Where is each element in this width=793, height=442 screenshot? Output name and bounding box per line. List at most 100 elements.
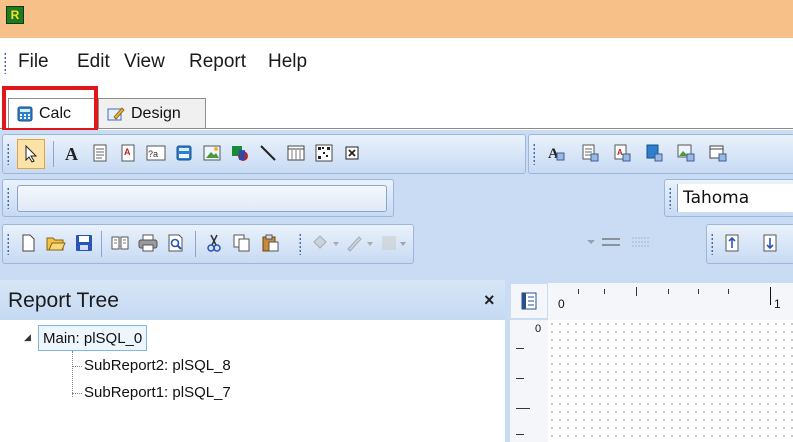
- db-chart-icon: [709, 145, 727, 162]
- color-swatch-icon: [382, 236, 406, 250]
- line-style-button[interactable]: [600, 231, 622, 253]
- tab-design[interactable]: Design: [98, 98, 206, 129]
- tree-connector: [72, 393, 82, 394]
- new-button[interactable]: [17, 232, 39, 254]
- line-weight-icon: [632, 237, 650, 247]
- menu-grip-icon[interactable]: [4, 52, 7, 74]
- line-weight-button[interactable]: [630, 231, 652, 253]
- vertical-ruler: 0: [510, 320, 548, 442]
- report-design-canvas[interactable]: [548, 320, 793, 442]
- paint-bucket-icon: [313, 235, 339, 249]
- toolbar-grip-icon[interactable]: [7, 187, 10, 209]
- toolbar-grip-icon[interactable]: [533, 143, 536, 165]
- paste-button[interactable]: [259, 232, 281, 254]
- shape-component-button[interactable]: [229, 142, 251, 164]
- print-preview-button[interactable]: [165, 232, 187, 254]
- style-toolbar: [414, 224, 704, 262]
- tree-connector: [72, 366, 82, 367]
- section-list-icon: [521, 292, 537, 310]
- dbchart-component-button[interactable]: [707, 142, 729, 164]
- highlight-color-button[interactable]: [379, 232, 409, 254]
- menu-file[interactable]: File: [18, 51, 49, 73]
- dbtext-component-button[interactable]: A: [545, 142, 567, 164]
- dbimage-component-button[interactable]: [675, 142, 697, 164]
- chevron-down-icon: [587, 240, 595, 244]
- tab-strip-border: [0, 128, 793, 129]
- calc-tab-highlight-box: [2, 86, 98, 132]
- tree-node-subreport1[interactable]: SubReport1: plSQL_7: [84, 384, 231, 401]
- db-text-icon: A: [548, 146, 565, 162]
- checkbox-component-button[interactable]: [341, 142, 363, 164]
- line-component-button[interactable]: [257, 142, 279, 164]
- barcode-component-button[interactable]: [313, 142, 335, 164]
- svg-text:?a: ?a: [148, 149, 158, 159]
- font-name-select[interactable]: Tahoma: [677, 184, 793, 212]
- label-component-button[interactable]: A: [61, 142, 83, 164]
- bring-to-front-button[interactable]: [721, 232, 743, 254]
- tree-node-main-label: Main: plSQL_0: [43, 329, 143, 347]
- standard-toolbar: [2, 224, 414, 264]
- components-toolbar: A A ?a: [2, 134, 526, 174]
- cut-button[interactable]: [203, 232, 225, 254]
- new-document-icon: [22, 234, 35, 252]
- tree-node-main[interactable]: Main: plSQL_0: [38, 325, 148, 351]
- image-icon: [203, 145, 221, 161]
- vertical-ruler-label-0: 0: [535, 323, 542, 335]
- report-tree-header: Report Tree ×: [0, 280, 505, 320]
- title-bar: R: [0, 0, 793, 38]
- toolbar-grip-icon[interactable]: [669, 187, 672, 209]
- component-edit-field[interactable]: [17, 185, 387, 212]
- ruler-corner[interactable]: [511, 284, 547, 318]
- menu-report[interactable]: Report: [189, 51, 246, 73]
- dbrichtext-component-button[interactable]: A: [611, 142, 633, 164]
- menu-view[interactable]: View: [124, 51, 165, 73]
- memo-icon: [93, 144, 107, 162]
- db-calc-icon: [646, 144, 663, 162]
- tree-connector: [72, 351, 74, 397]
- app-logo-icon: R: [6, 6, 24, 24]
- pointer-icon: [25, 145, 38, 163]
- page-setup-button[interactable]: [109, 232, 131, 254]
- tree-expand-icon[interactable]: ◢: [24, 332, 31, 343]
- memo-component-button[interactable]: [89, 142, 111, 164]
- shape-icon: [232, 146, 248, 161]
- menu-edit[interactable]: Edit: [77, 51, 110, 73]
- tab-design-label: Design: [131, 105, 181, 122]
- rich-text-icon: A: [121, 144, 135, 162]
- db-image-icon: [677, 144, 695, 162]
- toolbar-grip-icon[interactable]: [7, 143, 10, 165]
- chart-component-button[interactable]: [285, 142, 307, 164]
- copy-icon: [233, 234, 250, 252]
- send-to-back-icon: [763, 234, 777, 252]
- image-component-button[interactable]: [201, 142, 223, 164]
- bring-to-front-icon: [725, 234, 739, 252]
- dbmemo-component-button[interactable]: [579, 142, 601, 164]
- tab-strip: Calc Design: [0, 88, 793, 130]
- variable-button[interactable]: [173, 142, 195, 164]
- close-icon[interactable]: ×: [484, 290, 495, 311]
- design-pencil-icon: [107, 107, 125, 121]
- ruler-label-0: 0: [558, 297, 565, 311]
- db-rich-text-icon: A: [614, 144, 631, 162]
- toolbar-grip-icon[interactable]: [299, 233, 302, 255]
- fill-color-button[interactable]: [309, 232, 343, 254]
- save-button[interactable]: [73, 232, 95, 254]
- send-to-back-button[interactable]: [759, 232, 781, 254]
- print-preview-icon: [168, 234, 183, 252]
- print-button[interactable]: [137, 232, 159, 254]
- richtext-component-button[interactable]: A: [117, 142, 139, 164]
- color-dropdown-arrow[interactable]: [580, 231, 602, 253]
- dbcalc-component-button[interactable]: [643, 142, 665, 164]
- paste-clipboard-icon: [262, 234, 279, 252]
- tree-node-subreport2[interactable]: SubReport2: plSQL_8: [84, 357, 231, 374]
- toolbar-grip-icon[interactable]: [7, 233, 10, 255]
- font-name-value: Tahoma: [683, 188, 750, 208]
- toolbar-grip-icon[interactable]: [711, 233, 714, 255]
- menu-help[interactable]: Help: [268, 51, 307, 73]
- copy-button[interactable]: [231, 232, 253, 254]
- font-toolbar: Tahoma: [664, 179, 793, 217]
- open-button[interactable]: [45, 232, 67, 254]
- system-variable-button[interactable]: ?a: [145, 142, 167, 164]
- line-color-button[interactable]: [343, 232, 377, 254]
- select-pointer-button[interactable]: [17, 139, 45, 169]
